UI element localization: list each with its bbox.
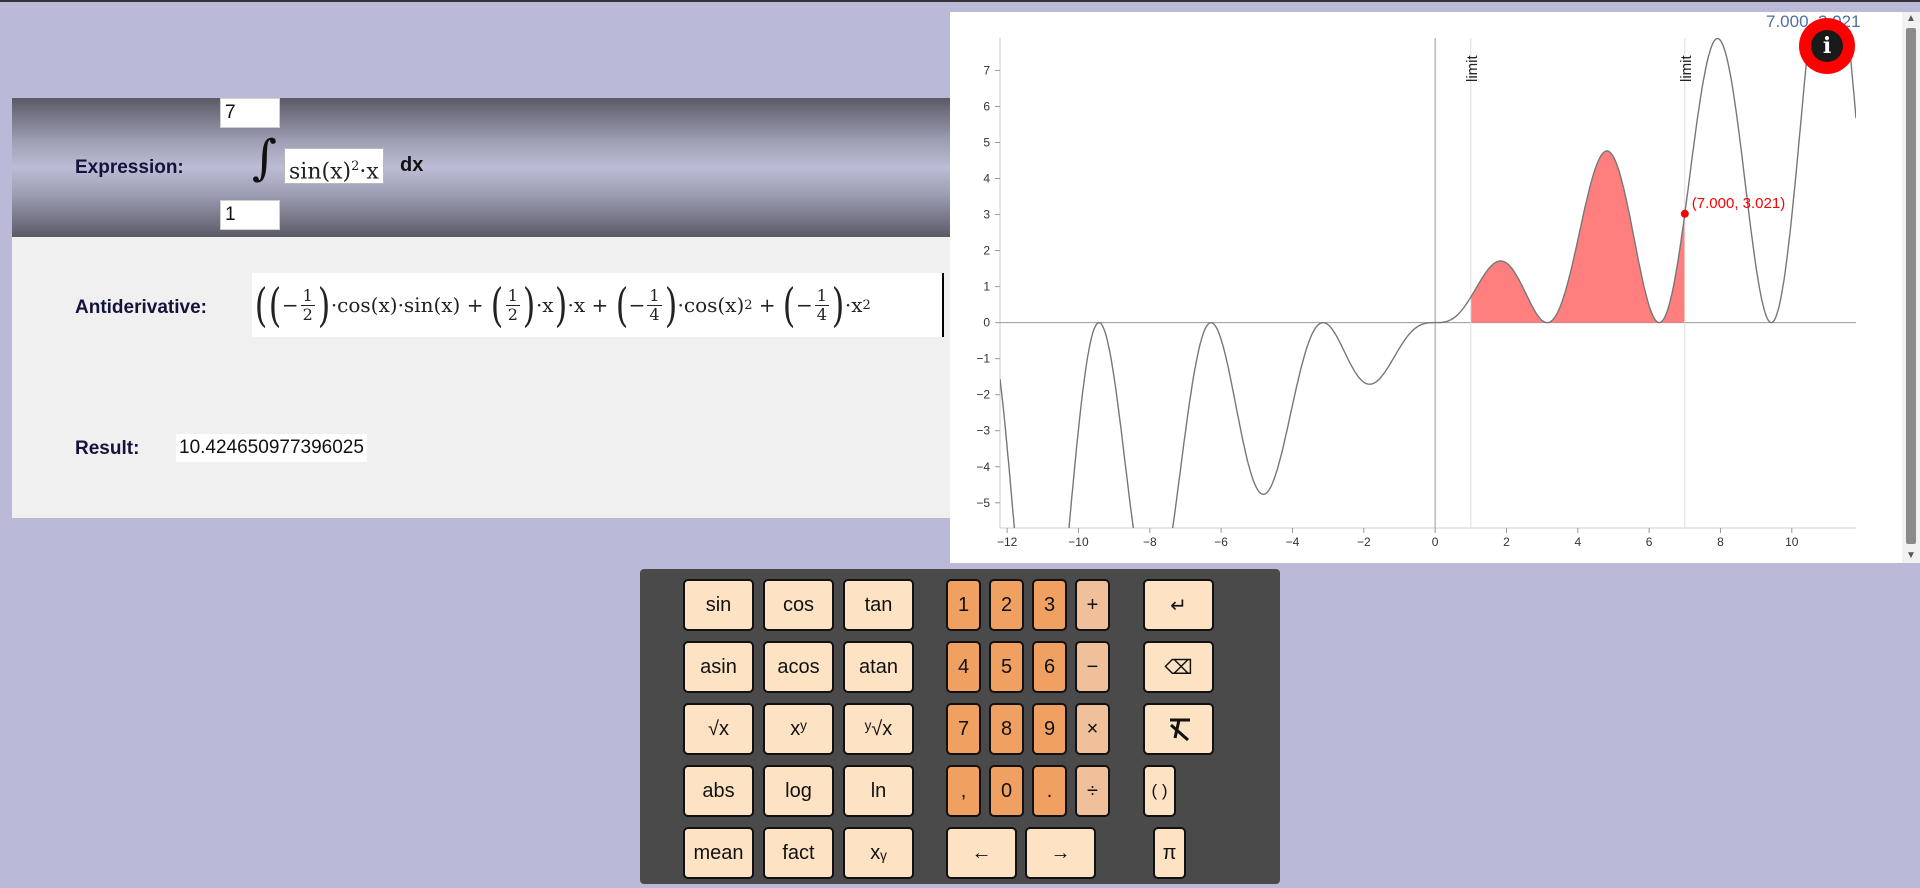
- function-graph[interactable]: −12 −10 −8 −6 −4 −2 0 2 4 6 8 10 −5 −4 −3 −2 −1 0 1 2 3 4 5 6 7 l…: [950, 12, 1902, 563]
- number-key-1[interactable]: 1: [946, 579, 981, 631]
- antiderivative-output: (( − 12 ) · cos(x) · sin(x) + ( 12 ) · x…: [252, 273, 944, 337]
- y-tick-label: −3: [976, 424, 990, 438]
- enter-icon[interactable]: ↵: [1143, 579, 1214, 631]
- function-key-0-1[interactable]: cos: [763, 579, 834, 631]
- integral-panel: Expression: 7 ∫ sin(x)2·x dx 1 Antideriv…: [12, 98, 952, 518]
- integrand-tail: ·x: [359, 159, 379, 185]
- operator-key-3[interactable]: ÷: [1075, 765, 1110, 817]
- integrand-base: sin(x): [289, 159, 352, 185]
- function-key-3-1[interactable]: log: [763, 765, 834, 817]
- calculator-keypad: sin cos tan asin acos atan √x xʸ ʸ√x abs log ln mean…: [640, 569, 1280, 884]
- function-key-1-0[interactable]: asin: [683, 641, 754, 693]
- upper-bound-input[interactable]: 7: [220, 98, 280, 128]
- antiderivative-label: Antiderivative:: [75, 297, 207, 318]
- y-tick-label: −5: [976, 496, 990, 510]
- number-key-4[interactable]: 4: [946, 641, 981, 693]
- y-tick-label: 4: [983, 172, 990, 186]
- window-top-border: [0, 0, 1920, 2]
- function-key-4-0[interactable]: mean: [683, 827, 754, 879]
- expression-label: Expression:: [75, 157, 184, 178]
- function-key-2-2[interactable]: ʸ√x: [843, 703, 914, 755]
- operator-key-2[interactable]: ×: [1075, 703, 1110, 755]
- function-key-1-1[interactable]: acos: [763, 641, 834, 693]
- page-scrollbar[interactable]: ▲ ▼: [1902, 12, 1920, 563]
- number-key-9[interactable]: 9: [1032, 703, 1067, 755]
- number-key-sym[interactable]: ,: [946, 765, 981, 817]
- clear-format-icon[interactable]: [1143, 703, 1214, 755]
- x-tick-label: 10: [1785, 535, 1799, 549]
- y-tick-label: −1: [976, 352, 990, 366]
- result-value: 10.424650977396025: [176, 434, 367, 462]
- info-button[interactable]: i: [1799, 18, 1855, 74]
- hover-point-label: (7.000, 3.021): [1692, 195, 1785, 212]
- expression-band: Expression: 7 ∫ sin(x)2·x dx 1: [12, 98, 952, 237]
- y-tick-label: 5: [983, 135, 990, 149]
- scroll-up-icon[interactable]: ▲: [1906, 14, 1916, 24]
- function-key-0-2[interactable]: tan: [843, 579, 914, 631]
- y-tick-label: 2: [983, 244, 990, 258]
- function-curve: [1000, 38, 1856, 528]
- fraction-quarter: 14: [647, 285, 662, 324]
- function-key-0-0[interactable]: sin: [683, 579, 754, 631]
- x-tick-label: 6: [1646, 535, 1653, 549]
- number-key-2[interactable]: 2: [989, 579, 1024, 631]
- cursor-left-key[interactable]: ←: [946, 827, 1017, 879]
- x-tick-label: −6: [1214, 535, 1228, 549]
- fraction-half: 12: [300, 285, 315, 324]
- cursor-right-key[interactable]: →: [1025, 827, 1096, 879]
- fraction-quarter: 14: [814, 285, 829, 324]
- y-tick-label: −4: [976, 460, 990, 474]
- operator-key-1[interactable]: −: [1075, 641, 1110, 693]
- function-key-1-2[interactable]: atan: [843, 641, 914, 693]
- dx-label: dx: [400, 154, 424, 176]
- x-tick-label: −8: [1143, 535, 1157, 549]
- integral-sign: ∫: [252, 130, 278, 186]
- y-tick-label: −2: [976, 388, 990, 402]
- function-key-4-2[interactable]: xᵧ: [843, 827, 914, 879]
- lower-bound-input[interactable]: 1: [220, 200, 280, 230]
- limit-label: limit: [1464, 55, 1481, 82]
- plot-svg: −12 −10 −8 −6 −4 −2 0 2 4 6 8 10−5−4−3−2−101234567 l…: [976, 38, 1856, 549]
- x-tick-label: −10: [1068, 535, 1089, 549]
- function-key-3-0[interactable]: abs: [683, 765, 754, 817]
- hover-point: [1680, 209, 1689, 218]
- number-key-5[interactable]: 5: [989, 641, 1024, 693]
- scroll-down-icon[interactable]: ▼: [1906, 551, 1916, 561]
- x-tick-label: 0: [1432, 535, 1439, 549]
- function-key-4-1[interactable]: fact: [763, 827, 834, 879]
- scrollbar-thumb[interactable]: [1906, 28, 1916, 544]
- fraction-half: 12: [505, 285, 520, 324]
- result-label: Result:: [75, 438, 140, 459]
- number-key-7[interactable]: 7: [946, 703, 981, 755]
- number-key-3[interactable]: 3: [1032, 579, 1067, 631]
- y-tick-label: 0: [983, 316, 990, 330]
- number-key-6[interactable]: 6: [1032, 641, 1067, 693]
- number-key-0[interactable]: 0: [989, 765, 1024, 817]
- y-tick-label: 1: [983, 280, 990, 294]
- pi-key[interactable]: π: [1153, 827, 1186, 879]
- x-tick-label: 4: [1574, 535, 1581, 549]
- info-icon: i: [1811, 30, 1843, 62]
- function-key-2-0[interactable]: √x: [683, 703, 754, 755]
- function-key-2-1[interactable]: xʸ: [763, 703, 834, 755]
- parentheses-key[interactable]: ( ): [1143, 765, 1176, 817]
- function-key-3-2[interactable]: ln: [843, 765, 914, 817]
- integrand-input[interactable]: sin(x)2·x: [284, 148, 384, 184]
- y-tick-label: 7: [983, 63, 990, 77]
- operator-key-0[interactable]: +: [1075, 579, 1110, 631]
- x-tick-label: −2: [1357, 535, 1371, 549]
- y-tick-label: 6: [983, 99, 990, 113]
- number-key-sym[interactable]: .: [1032, 765, 1067, 817]
- number-key-8[interactable]: 8: [989, 703, 1024, 755]
- y-tick-label: 3: [983, 208, 990, 222]
- x-tick-label: −4: [1286, 535, 1300, 549]
- x-tick-label: 2: [1503, 535, 1510, 549]
- limit-label: limit: [1678, 55, 1695, 82]
- x-tick-label: 8: [1717, 535, 1724, 549]
- x-tick-label: −12: [997, 535, 1018, 549]
- backspace-icon[interactable]: ⌫: [1143, 641, 1214, 693]
